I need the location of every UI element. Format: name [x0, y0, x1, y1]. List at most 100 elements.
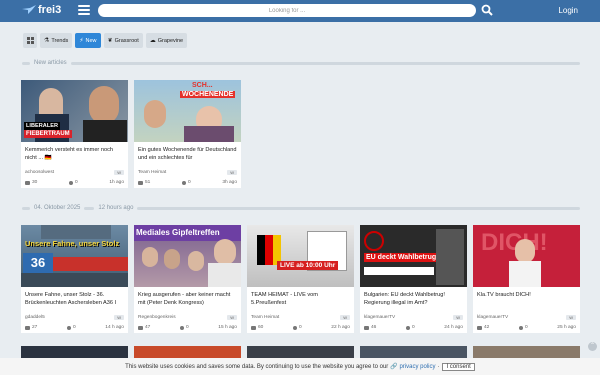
- video-card[interactable]: EU deckt Wahlbetrug Bulgarien: EU deckt …: [360, 225, 467, 333]
- divider-line: [70, 61, 580, 65]
- view-count: 47: [138, 325, 150, 330]
- cookie-banner: This website uses cookies and saves some…: [0, 358, 600, 375]
- comments-value: 0: [524, 325, 528, 330]
- comment-count: 0: [66, 325, 76, 330]
- video-thumbnail[interactable]: [247, 346, 354, 358]
- filter-grassroot-button[interactable]: ❦ Grassroot: [103, 33, 143, 48]
- comments-value: 0: [75, 180, 78, 185]
- view-count: 30: [25, 180, 37, 185]
- channel-name[interactable]: achoosolwest: [25, 170, 54, 175]
- video-title[interactable]: Ein gutes Wochenende für Deutschland und…: [134, 142, 241, 168]
- scroll-top-button[interactable]: ⌃: [588, 342, 597, 351]
- comment-icon: [179, 325, 184, 330]
- video-thumbnail[interactable]: [473, 346, 580, 358]
- channel-name[interactable]: Team Heimat: [138, 170, 166, 175]
- video-age: 22 h ago: [331, 325, 350, 330]
- filter-grapevine-button[interactable]: ☁ Grapevine: [145, 33, 188, 48]
- new-articles-divider: New articles: [22, 59, 580, 67]
- comment-icon: [182, 180, 186, 185]
- thumb-caption: EU deckt Wahlbetrug: [364, 253, 439, 262]
- video-card[interactable]: LIBERALER FIEBERTRAUM Kemmerich versteht…: [21, 80, 128, 188]
- search-icon[interactable]: [481, 4, 495, 18]
- date-divider: 04. Oktober 2025 12 hours ago: [22, 204, 580, 212]
- comment-count: 0: [518, 325, 528, 330]
- filter-new-button[interactable]: ⚡ New: [75, 33, 101, 48]
- channel-name[interactable]: klagemauerTV: [364, 315, 395, 320]
- grid-view-button[interactable]: [23, 33, 37, 48]
- search-input[interactable]: [98, 4, 476, 17]
- view-count: 51: [138, 180, 150, 185]
- video-card[interactable]: Unsere Fahne, unser Stolz 36 Unsere Fahn…: [21, 225, 128, 333]
- channel-name[interactable]: Team Heimat: [251, 315, 279, 320]
- video-age: 1h ago: [109, 180, 124, 185]
- video-title[interactable]: Unsere Fahne, unser Stolz - 36. Brückenl…: [21, 287, 128, 313]
- divider-line: [84, 206, 95, 210]
- channel-name[interactable]: klagemauerTV: [477, 315, 508, 320]
- divider-line: [22, 61, 30, 65]
- views-value: 47: [145, 325, 151, 330]
- date-label: 04. Oktober 2025: [34, 205, 81, 211]
- video-card[interactable]: SCH... WOCHENENDE Ein gutes Wochenende f…: [134, 80, 241, 188]
- video-thumbnail[interactable]: LIBERALER FIEBERTRAUM: [21, 80, 128, 142]
- video-age: 3h ago: [222, 180, 237, 185]
- comment-icon: [66, 325, 71, 330]
- view-count: 46: [364, 325, 376, 330]
- channel-name[interactable]: Regenbogenkreis: [138, 315, 176, 320]
- thumb-caption: FIEBERTRAUM: [24, 130, 72, 138]
- bolt-icon: ⚡: [79, 38, 84, 44]
- source-badge: W: [114, 315, 124, 320]
- section-title: New articles: [34, 60, 67, 66]
- cookie-text: This website uses cookies and saves some…: [125, 363, 389, 370]
- monitor-icon: [138, 180, 143, 185]
- video-thumbnail[interactable]: [134, 346, 241, 358]
- comment-icon: [518, 325, 523, 330]
- video-card[interactable]: Mediales Gipfeltreffen Krieg ausgerufen …: [134, 225, 241, 333]
- video-title[interactable]: Krieg ausgerufen - aber keiner macht mit…: [134, 287, 241, 313]
- source-badge: W: [227, 315, 237, 320]
- comment-icon: [69, 180, 73, 185]
- filter-trends-button[interactable]: ⚗ Trends: [40, 33, 73, 48]
- divider-line: [137, 206, 580, 210]
- thumb-caption: WOCHENENDE: [180, 91, 236, 98]
- filter-label: Trends: [51, 37, 69, 44]
- video-thumbnail[interactable]: SCH... WOCHENENDE: [134, 80, 241, 142]
- comment-count: 0: [69, 180, 78, 185]
- video-card[interactable]: LIVE ab 10:00 Uhr TEAM HEIMAT - LIVE vom…: [247, 225, 354, 333]
- views-value: 60: [258, 325, 264, 330]
- video-thumbnail[interactable]: Mediales Gipfeltreffen: [134, 225, 241, 287]
- views-value: 27: [32, 325, 38, 330]
- privacy-label: privacy policy: [399, 364, 436, 370]
- filter-bar: ⚗ Trends ⚡ New ❦ Grassroot ☁ Grapevine: [23, 33, 188, 48]
- view-count: 42: [477, 325, 489, 330]
- site-logo[interactable]: frei3: [22, 4, 61, 16]
- comments-value: 0: [185, 325, 189, 330]
- video-title[interactable]: Kla.TV braucht DICH!: [473, 287, 580, 313]
- video-title[interactable]: Kemmerich versteht es immer noch nicht .…: [21, 142, 128, 168]
- privacy-policy-link[interactable]: 🔗 privacy policy: [390, 363, 435, 370]
- video-thumbnail[interactable]: Unsere Fahne, unser Stolz 36: [21, 225, 128, 287]
- video-thumbnail[interactable]: [21, 346, 128, 358]
- video-card[interactable]: DICH! Kla.TV braucht DICH! klagemauerTV W…: [473, 225, 580, 333]
- login-link[interactable]: Login: [558, 6, 578, 15]
- top-navbar: frei3 Login: [0, 0, 600, 22]
- video-thumbnail[interactable]: LIVE ab 10:00 Uhr: [247, 225, 354, 287]
- grid-icon: [26, 37, 34, 44]
- separator: ·: [437, 363, 440, 370]
- filter-label: Grapevine: [157, 37, 184, 44]
- cookie-consent-button[interactable]: I consent: [442, 362, 475, 371]
- video-thumbnail[interactable]: [360, 346, 467, 358]
- view-count: 27: [25, 325, 37, 330]
- thumb-caption: Unsere Fahne, unser Stolz: [25, 239, 120, 248]
- video-thumbnail[interactable]: DICH!: [473, 225, 580, 287]
- video-title[interactable]: TEAM HEIMAT - LIVE vom 5.Preußenfest: [247, 287, 354, 313]
- channel-name[interactable]: gdaddel5: [25, 315, 45, 320]
- thumb-caption: SCH...: [192, 82, 213, 89]
- comment-icon: [405, 325, 410, 330]
- comment-count: 0: [292, 325, 302, 330]
- video-age: 24 h ago: [444, 325, 463, 330]
- video-thumbnail[interactable]: EU deckt Wahlbetrug: [360, 225, 467, 287]
- views-value: 46: [371, 325, 377, 330]
- flask-icon: ⚗: [44, 38, 50, 44]
- video-title[interactable]: Bulgarien: EU deckt Wahlbetrug! Regierun…: [360, 287, 467, 313]
- hamburger-menu-icon[interactable]: [78, 5, 90, 16]
